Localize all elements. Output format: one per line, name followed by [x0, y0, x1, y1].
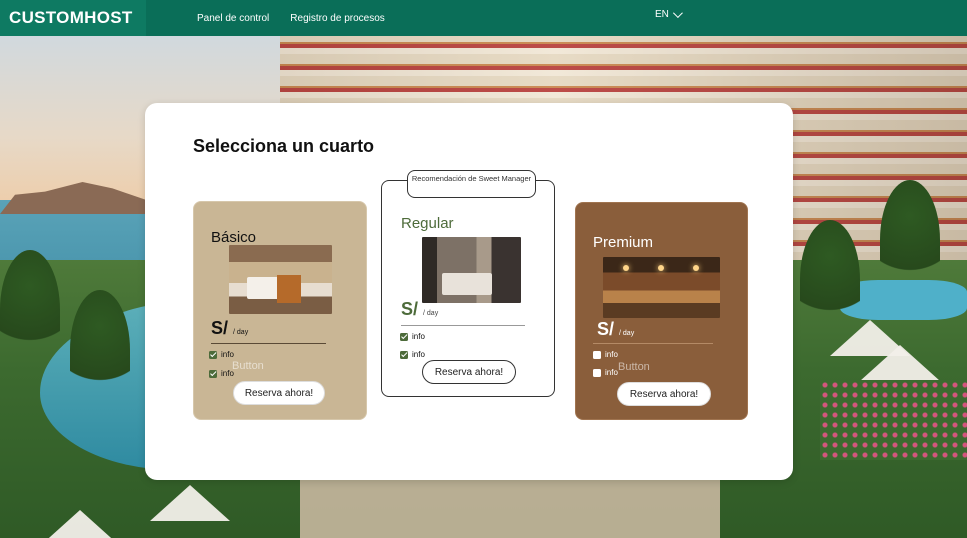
price-currency: S/ — [401, 299, 419, 319]
info-label: info — [605, 350, 618, 359]
room-name: Básico — [211, 229, 257, 246]
room-name: Regular — [401, 215, 454, 232]
room-card-regular: Regular S/ / day info info Reserva ahora… — [381, 180, 555, 397]
bed — [442, 273, 492, 295]
palm-tree — [880, 180, 940, 300]
palm-tree — [0, 250, 60, 370]
checkbox-icon[interactable] — [209, 369, 217, 378]
info-label: info — [605, 368, 618, 377]
divider — [211, 343, 326, 344]
nav-item-registro-de-procesos[interactable]: Registro de procesos — [290, 13, 385, 24]
info-item: info — [593, 350, 618, 359]
info-label: info — [221, 369, 234, 378]
divider — [401, 325, 525, 326]
deck — [300, 480, 720, 538]
price-period: / day — [423, 310, 439, 317]
flower-bed — [820, 380, 967, 460]
palm-tree — [70, 290, 130, 410]
nav-item-panel-de-control[interactable]: Panel de control — [197, 13, 269, 24]
checkbox-icon[interactable] — [400, 350, 408, 359]
checkbox-icon[interactable] — [209, 350, 217, 359]
room-card-basic: Básico S/ / day info Button info Reserva… — [193, 201, 367, 420]
price-currency: S/ — [211, 318, 229, 338]
price-period: / day — [233, 329, 249, 336]
room-photo-premium — [603, 257, 720, 318]
page-title: Selecciona un cuarto — [193, 136, 375, 156]
info-item: info — [209, 369, 234, 378]
room-photo-regular — [422, 237, 521, 303]
room-photo-basic — [229, 245, 332, 314]
divider — [593, 343, 713, 344]
chevron-down-icon — [672, 8, 683, 19]
ghost-button-label: Button — [618, 361, 650, 373]
palm-tree — [800, 220, 860, 340]
brand-logo[interactable]: CUSTOMHOST — [0, 0, 146, 36]
info-label: info — [412, 350, 425, 359]
lamp — [658, 265, 664, 271]
lamp — [693, 265, 699, 271]
info-item: info — [593, 368, 618, 377]
reserve-now-button-basic[interactable]: Reserva ahora! — [233, 381, 325, 405]
room-price: S/ / day — [211, 318, 248, 339]
recommendation-badge: Recomendación de Sweet Manager — [407, 170, 536, 198]
room-card-premium: Premium S/ / day info Button info Reserv… — [575, 202, 748, 420]
room-selection-panel: Selecciona un cuarto Básico S/ / day inf… — [145, 103, 793, 480]
lamp — [623, 265, 629, 271]
reserve-now-button-regular[interactable]: Reserva ahora! — [422, 360, 516, 384]
top-navigation-bar: CUSTOMHOST Panel de control Registro de … — [0, 0, 967, 36]
info-item: info — [400, 350, 425, 359]
info-label: info — [221, 350, 234, 359]
room-price: S/ / day — [597, 319, 634, 340]
checkbox-icon[interactable] — [593, 368, 601, 377]
reserve-now-button-premium[interactable]: Reserva ahora! — [617, 382, 711, 406]
language-selector[interactable]: EN — [655, 8, 683, 20]
price-currency: S/ — [597, 319, 615, 339]
checkbox-icon[interactable] — [593, 350, 601, 359]
info-item: info — [209, 350, 234, 359]
bed-cover — [277, 275, 301, 303]
price-period: / day — [619, 330, 635, 337]
checkbox-icon[interactable] — [400, 332, 408, 341]
room-price: S/ / day — [401, 299, 438, 320]
ghost-button-label: Button — [232, 360, 264, 372]
info-item: info — [400, 332, 425, 341]
room-name: Premium — [593, 234, 654, 251]
main-nav: Panel de control Registro de procesos — [197, 13, 385, 24]
language-label: EN — [655, 9, 669, 20]
info-label: info — [412, 332, 425, 341]
